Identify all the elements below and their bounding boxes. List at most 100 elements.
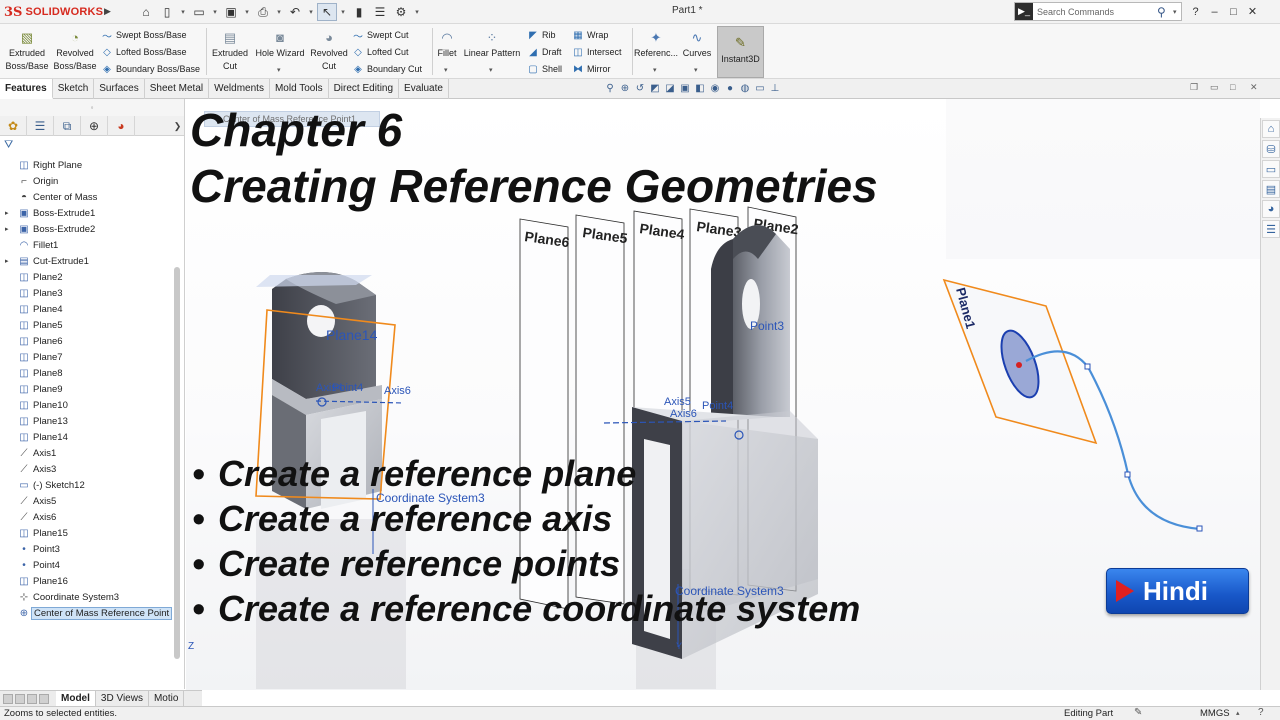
tree-item[interactable]: • Point4 <box>0 557 174 573</box>
tree-item[interactable]: ◫ Plane5 <box>0 317 174 333</box>
search-dropdown-icon[interactable]: ▾ <box>1173 8 1181 16</box>
close-document-icon[interactable]: ✕ <box>1250 82 1262 95</box>
home-icon[interactable]: ⌂ <box>136 3 156 21</box>
new-dropdown-icon[interactable]: ▾ <box>178 3 188 21</box>
tree-item[interactable]: ◫ Plane15 <box>0 525 174 541</box>
reference-dropdown-icon[interactable]: ▾ <box>653 66 657 74</box>
property-manager-tab-icon[interactable]: ☰ <box>27 116 54 136</box>
tree-item[interactable]: ◫ Plane13 <box>0 413 174 429</box>
intersect-button[interactable]: ◫ Intersect <box>572 44 621 60</box>
maximize-icon[interactable]: □ <box>1224 2 1243 21</box>
view-palette-icon[interactable]: ▤ <box>1262 180 1280 198</box>
unit-system[interactable]: MMGS <box>1200 708 1230 719</box>
display-manager-tab-icon[interactable]: ◕ <box>108 116 135 136</box>
zoom-to-fit-icon[interactable]: ⚲ <box>604 82 616 95</box>
close-icon[interactable]: ✕ <box>1243 2 1262 21</box>
tree-item[interactable]: ◫ Plane3 <box>0 285 174 301</box>
tab-weldments[interactable]: Weldments <box>209 79 270 99</box>
spline-handle[interactable] <box>1196 525 1203 532</box>
expand-arrow-icon[interactable]: ▸ <box>5 209 13 217</box>
select-pointer-icon[interactable]: ↖ <box>317 3 337 21</box>
hide-show-items-icon[interactable]: ◉ <box>709 82 721 95</box>
lofted-boss-button[interactable]: ◇ Lofted Boss/Base <box>101 44 186 60</box>
rib-button[interactable]: ◤ Rib <box>527 27 555 43</box>
spline-handle[interactable] <box>1124 471 1131 478</box>
extruded-boss-button[interactable]: ▧ Extruded Boss/Base <box>4 26 50 78</box>
view-orientation-icon[interactable]: ▣ <box>679 82 691 95</box>
tree-item[interactable]: ⟋ Axis3 <box>0 461 174 477</box>
tree-item[interactable]: ⌐ Origin <box>0 173 174 189</box>
shell-button[interactable]: ▢ Shell <box>527 61 562 77</box>
tree-item[interactable]: ▸ ▤ Cut-Extrude1 <box>0 253 174 269</box>
options-gear-icon[interactable]: ⚙ <box>391 3 411 21</box>
configuration-manager-tab-icon[interactable]: ⧉ <box>54 116 81 136</box>
hindi-button[interactable]: Hindi <box>1106 568 1249 614</box>
design-library-icon[interactable]: ⛁ <box>1262 140 1280 158</box>
panel-splitter[interactable]: ◦ <box>0 99 184 116</box>
last-tab-icon[interactable] <box>39 694 49 704</box>
tree-item[interactable]: ◓ Center of Mass <box>0 189 174 205</box>
previous-view-icon[interactable]: ↺ <box>634 82 646 95</box>
tab-surfaces[interactable]: Surfaces <box>94 79 145 99</box>
tree-item[interactable]: ⟋ Axis6 <box>0 509 174 525</box>
tab-features[interactable]: Features <box>0 79 53 99</box>
command-prompt-icon[interactable]: ▶_ <box>1015 3 1033 20</box>
graphics-area[interactable]: Plane14 Axis4 Point4 Axis6 Coordinate Sy… <box>186 99 1260 690</box>
solidworks-resources-icon[interactable]: ⌂ <box>1262 120 1280 138</box>
search-commands-box[interactable]: ▶_ Search Commands ⚲ ▾ <box>1014 2 1182 21</box>
edit-appearance-icon[interactable]: ● <box>724 82 736 95</box>
apply-scene-icon[interactable]: ◍ <box>739 82 751 95</box>
panel-expand-icon[interactable]: ❯ <box>171 116 184 136</box>
tree-item[interactable]: ◫ Plane7 <box>0 349 174 365</box>
previous-tab-icon[interactable] <box>15 694 25 704</box>
menu-expand-arrow-icon[interactable]: ▶ <box>104 6 111 17</box>
tree-item[interactable]: ◫ Plane16 <box>0 573 174 589</box>
feature-manager-tab-icon[interactable]: ✿ <box>0 116 27 136</box>
dynamic-annotation-icon[interactable]: ◪ <box>664 82 676 95</box>
appearances-icon[interactable]: ◕ <box>1262 200 1280 218</box>
tree-item[interactable]: ◫ Plane2 <box>0 269 174 285</box>
wrap-button[interactable]: ▦ Wrap <box>572 27 608 43</box>
tree-scrollbar[interactable] <box>174 267 180 659</box>
help-icon[interactable]: ? <box>1186 2 1205 21</box>
file-properties-icon[interactable]: ☰ <box>370 3 390 21</box>
hindi-badge[interactable]: Hindi <box>1106 568 1249 614</box>
tree-item[interactable]: ⟋ Axis1 <box>0 445 174 461</box>
open-folder-icon[interactable]: ▭ <box>189 3 209 21</box>
tree-item[interactable]: • Point3 <box>0 541 174 557</box>
tree-item[interactable]: ◫ Plane9 <box>0 381 174 397</box>
tile-document-icon[interactable]: ▭ <box>1210 82 1222 95</box>
custom-properties-icon[interactable]: ☰ <box>1262 220 1280 238</box>
search-input[interactable]: Search Commands <box>1033 7 1157 17</box>
filter-icon[interactable]: ⛛ <box>4 139 13 152</box>
tab-sheet-metal[interactable]: Sheet Metal <box>145 79 210 99</box>
tab-3d-views[interactable]: 3D Views <box>96 691 149 707</box>
save-dropdown-icon[interactable]: ▾ <box>242 3 252 21</box>
tree-item[interactable]: ◠ Fillet1 <box>0 237 174 253</box>
minimize-icon[interactable]: – <box>1205 2 1224 21</box>
undo-dropdown-icon[interactable]: ▾ <box>306 3 316 21</box>
tree-item[interactable]: ◫ Plane8 <box>0 365 174 381</box>
zoom-to-area-icon[interactable]: ⊕ <box>619 82 631 95</box>
swept-cut-button[interactable]: 〜 Swept Cut <box>352 27 409 43</box>
select-dropdown-icon[interactable]: ▾ <box>338 3 348 21</box>
options-dropdown-icon[interactable]: ▾ <box>412 3 422 21</box>
hole-wizard-dropdown-icon[interactable]: ▾ <box>277 66 281 74</box>
solidworks-logo[interactable]: 3S SOLIDWORKS <box>4 3 103 21</box>
draft-button[interactable]: ◢ Draft <box>527 44 561 60</box>
status-help-icon[interactable]: ? <box>1258 707 1264 718</box>
save-icon[interactable]: ▣ <box>221 3 241 21</box>
tree-item[interactable]: ◫ Plane6 <box>0 333 174 349</box>
new-document-icon[interactable]: ▯ <box>157 3 177 21</box>
tree-item[interactable]: ◫ Plane10 <box>0 397 174 413</box>
first-tab-icon[interactable] <box>3 694 13 704</box>
revolved-cut-button[interactable]: ◕ Revolved Cut <box>308 26 350 78</box>
tab-motion[interactable]: Motio <box>149 691 185 707</box>
rebuild-status-icon[interactable]: ✎ <box>1134 707 1142 718</box>
tree-item[interactable]: ⟋ Axis5 <box>0 493 174 509</box>
tree-item[interactable]: ▭ (-) Sketch12 <box>0 477 174 493</box>
view-settings-icon[interactable]: ▭ <box>754 82 766 95</box>
print-dropdown-icon[interactable]: ▾ <box>274 3 284 21</box>
fillet-dropdown-icon[interactable]: ▾ <box>444 66 448 74</box>
restore-document-icon[interactable]: ❐ <box>1190 82 1202 95</box>
